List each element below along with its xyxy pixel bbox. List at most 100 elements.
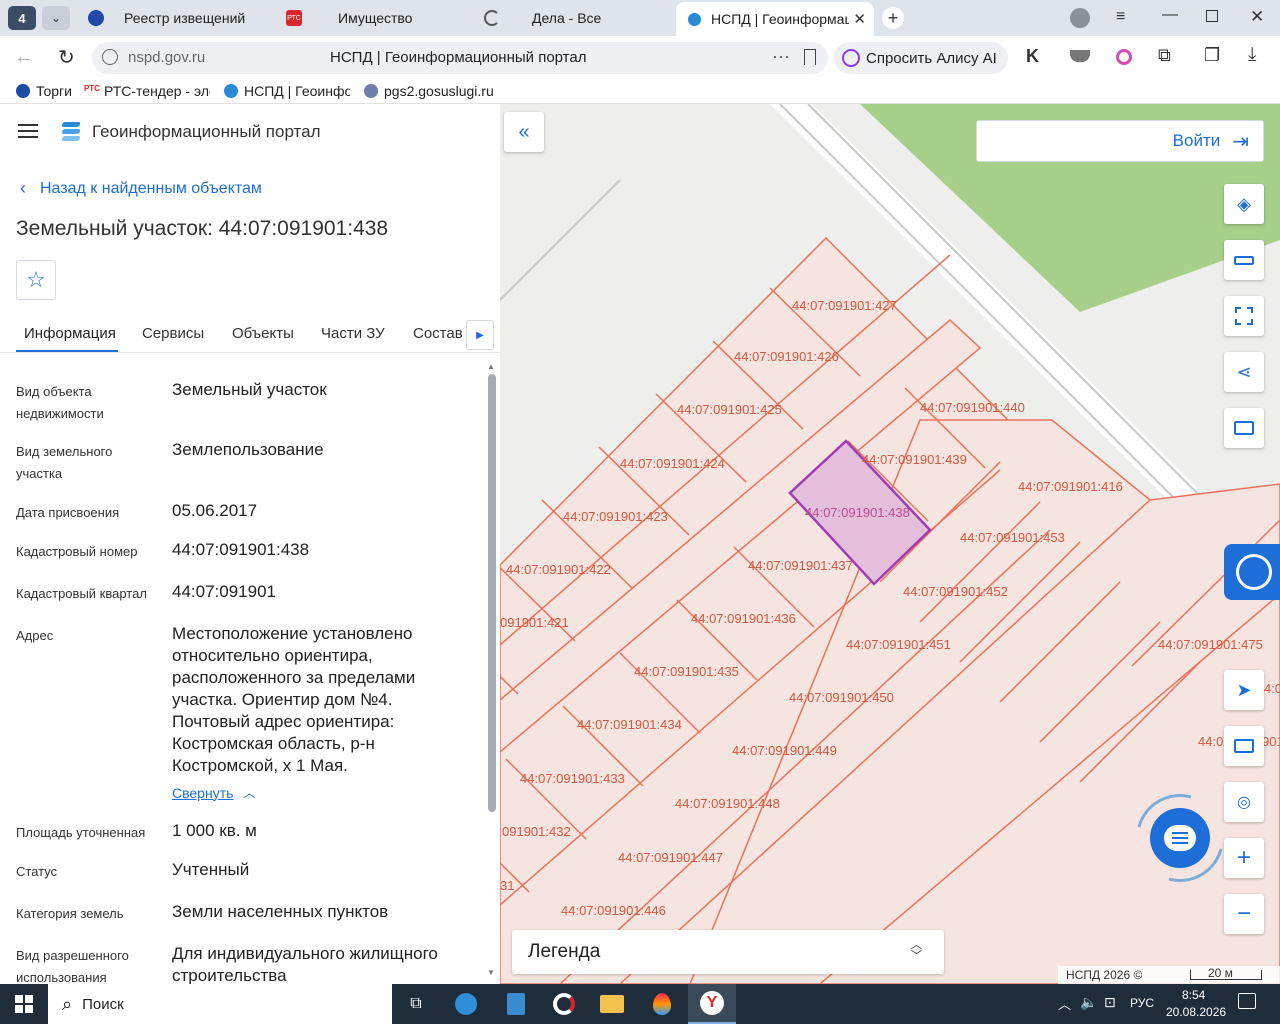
panel-scrollbar-up-icon[interactable]: ▲ (487, 362, 495, 371)
extension-shield-icon[interactable] (1070, 50, 1090, 62)
bookmark-gosuslugi[interactable]: pgs2.gosuslugi.ru (364, 83, 494, 99)
tab-objects[interactable]: Объекты (232, 325, 294, 342)
field-label-cadastral-number: Кадастровый номер (16, 544, 138, 559)
tab-dela[interactable]: Дела - Все (484, 4, 664, 32)
zoom-out-button[interactable]: − (1224, 894, 1264, 934)
windows-taskbar: ⌕ Поиск ⧉ Y ︿ 🔈 ⊡ РУС 8:54 20.08.2026 (0, 984, 1280, 1024)
tab-counter-button[interactable]: 4 (8, 6, 36, 30)
extension-target-icon[interactable] (1116, 49, 1132, 65)
panel-scrollbar-down-icon[interactable]: ▼ (487, 968, 495, 977)
double-chevron-left-icon: « (518, 120, 530, 143)
notifications-icon[interactable] (1238, 993, 1256, 1009)
close-tab-icon[interactable]: ✕ (853, 10, 866, 28)
clock-date[interactable]: 20.08.2026 (1166, 1005, 1226, 1019)
rts-icon: РТС (286, 10, 302, 26)
login-button[interactable]: Войти ⇥ (976, 120, 1264, 162)
extensions-puzzle-icon[interactable]: ⧉ (1158, 45, 1171, 66)
extension-k-icon[interactable]: K (1026, 46, 1039, 67)
address-field[interactable]: nspd.gov.ru НСПД | Геоинформационный пор… (92, 42, 828, 74)
task-view-icon[interactable]: ⧉ (400, 988, 432, 1020)
bookmark-icon[interactable] (804, 49, 816, 65)
legend-dropdown[interactable]: Легенда ︿ ﹀ (512, 930, 944, 974)
layers-button[interactable]: ◈ (1224, 184, 1264, 224)
windows-start-icon[interactable] (8, 988, 40, 1020)
language-indicator[interactable]: РУС (1130, 996, 1154, 1010)
bookmark-rts[interactable]: РТС РТС-тендер - элек (84, 83, 210, 99)
ruler-icon (1234, 255, 1254, 265)
paint-drop-icon[interactable] (646, 988, 678, 1020)
back-arrow-icon[interactable]: ← (14, 46, 34, 69)
chat-button[interactable] (1150, 808, 1210, 868)
nspd-logo-icon (688, 12, 701, 26)
field-value-permitted-use: Для индивидуального жилищного строительс… (172, 944, 438, 984)
back-link-label: Назад к найденным объектам (40, 179, 262, 197)
tab-information[interactable]: Информация (24, 325, 116, 342)
field-label-area: Площадь уточненная (16, 825, 146, 840)
downloads-icon[interactable]: ⤓ (1248, 44, 1256, 66)
minimize-icon[interactable]: — (1162, 6, 1178, 24)
calculator-icon[interactable] (500, 988, 532, 1020)
field-value-address: Местоположение установлено относительно … (172, 624, 416, 775)
tab-reestr[interactable]: Реестр извещений (88, 4, 268, 32)
parcel-label: 44:07:091901:450 (789, 690, 894, 705)
tab-services[interactable]: Сервисы (142, 325, 204, 342)
layers-icon: ◈ (1237, 193, 1251, 214)
area-search-button[interactable] (1224, 296, 1264, 336)
network-icon[interactable]: ⊡ (1104, 994, 1116, 1011)
clock-time[interactable]: 8:54 (1182, 988, 1205, 1002)
profile-avatar[interactable] (1070, 8, 1090, 28)
restore-icon[interactable] (1206, 10, 1218, 22)
parcel-label: 44:07:091901:416 (1018, 479, 1123, 494)
site-info-icon[interactable] (102, 49, 118, 65)
nspd-logo-icon (224, 84, 238, 98)
printer-icon (1234, 421, 1254, 435)
bookmark-torgi[interactable]: Торги (16, 83, 72, 99)
collapse-link[interactable]: Свернуть ︿ (172, 784, 255, 801)
page-title-text: НСПД | Геоинформационный портал (330, 49, 587, 66)
field-label-address: Адрес (16, 628, 54, 643)
collapse-panel-button[interactable]: « (504, 112, 544, 152)
measure-button[interactable] (1224, 240, 1264, 280)
hamburger-menu-icon[interactable] (18, 124, 38, 138)
search-icon: ⌕ (62, 993, 73, 1014)
alice-button[interactable]: Спросить Алису AI (834, 42, 1008, 74)
taskbar-search-box[interactable]: ⌕ Поиск (48, 984, 392, 1024)
login-label: Войти (1172, 131, 1221, 150)
favorite-button[interactable]: ☆ (16, 260, 56, 300)
tabs-dropdown-icon[interactable]: ⌄ (42, 6, 70, 30)
edge-icon[interactable] (450, 988, 482, 1020)
more-dots-icon[interactable]: ··· (772, 46, 790, 67)
yandex-browser-active[interactable]: Y (688, 984, 736, 1024)
reload-icon[interactable]: ↻ (58, 45, 75, 70)
share-button[interactable]: ⋖ (1224, 352, 1264, 392)
zoom-in-button[interactable]: + (1224, 838, 1264, 878)
field-label-permitted-use: Вид разрешенного использования (16, 948, 129, 984)
print-button[interactable] (1224, 408, 1264, 448)
menu-icon[interactable]: ≡ (1116, 8, 1125, 26)
map-view[interactable]: 44:07:091901:427 44:07:091901:426 44:07:09… (500, 104, 1280, 984)
bookmark-nspd[interactable]: НСПД | Геоинфор (224, 83, 350, 99)
assistant-tab-button[interactable] (1224, 544, 1280, 600)
tab-parts[interactable]: Части ЗУ (321, 325, 385, 342)
panel-scrollbar-thumb[interactable] (488, 374, 496, 812)
parcel-label: 901 (1262, 734, 1280, 749)
pin-search-button[interactable]: ◎ (1224, 782, 1264, 822)
tab-imushestvo[interactable]: РТС Имущество (286, 4, 466, 32)
tabs-scroll-right-button[interactable]: ▶ (466, 320, 494, 350)
file-explorer-icon[interactable] (596, 988, 628, 1020)
collections-icon[interactable]: ❐ (1204, 45, 1220, 66)
tab-nspd[interactable]: НСПД | Геоинформаци ✕ (676, 2, 874, 36)
tray-chevron-icon[interactable]: ︿ (1058, 994, 1071, 1013)
app-c-icon[interactable] (548, 988, 580, 1020)
close-window-icon[interactable]: ✕ (1250, 7, 1264, 27)
new-tab-button[interactable]: + (882, 7, 904, 29)
minimap-button[interactable] (1224, 726, 1264, 766)
geolocation-button[interactable]: ➤ (1224, 670, 1264, 710)
parcel-label: 31 (500, 878, 514, 893)
collapse-link-label: Свернуть (172, 784, 234, 801)
volume-muted-icon[interactable]: 🔈 (1080, 994, 1097, 1011)
parcel-label: 44:07:091901:426 (734, 349, 839, 364)
parcel-label: 44:07:091901:449 (732, 743, 837, 758)
tab-composition[interactable]: Состав (413, 325, 463, 342)
back-link[interactable]: ‹ Назад к найденным объектам (20, 178, 262, 199)
